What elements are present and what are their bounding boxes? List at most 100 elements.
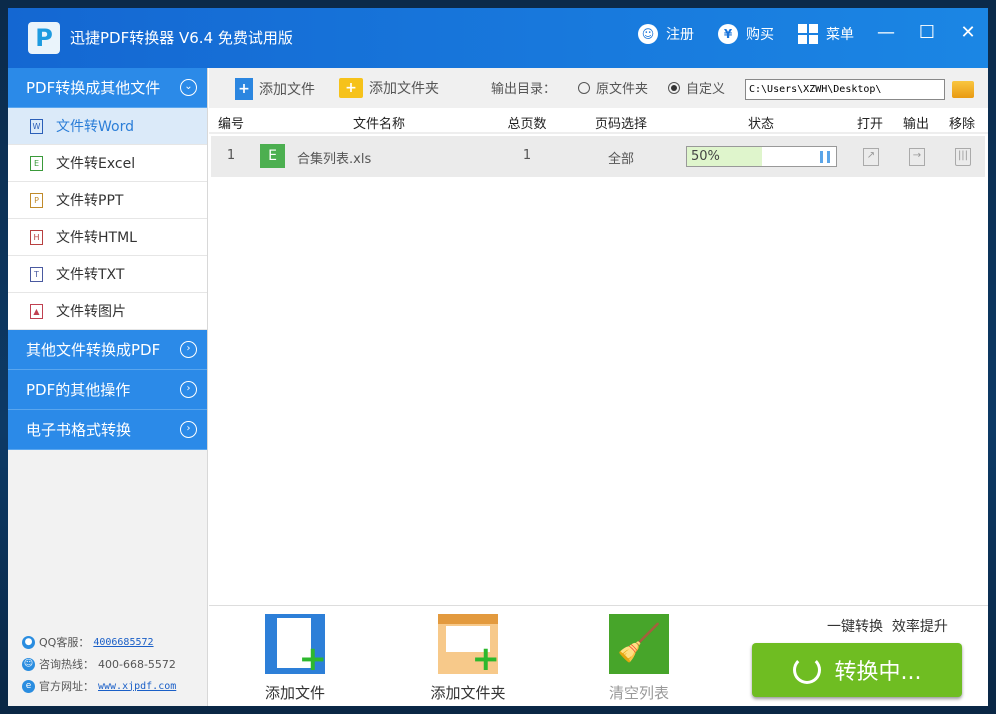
section-label: PDF的其他操作 [26,381,131,399]
section-label: 电子书格式转换 [26,421,132,439]
radio-original-folder[interactable]: 原文件夹 [578,78,648,97]
loading-spinner-icon [792,656,821,684]
website-contact: e 官方网址： www.xjpdf.com [22,678,176,694]
add-folder-button[interactable]: + 添加文件夹 [339,78,439,98]
big-add-file-button[interactable]: + 添加文件 [250,614,340,703]
html-file-icon: H [30,229,43,245]
clear-list-button[interactable]: 🧹 清空列表 [594,614,684,703]
window-title: 迅捷PDF转换器 V6.4 免费试用版 [70,29,293,47]
table-header: 编号 文件名称 总页数 页码选择 状态 打开 输出 移除 [209,108,988,134]
buy-button[interactable]: ¥ 购买 [718,24,774,44]
site-link[interactable]: www.xjpdf.com [98,681,176,692]
add-file-large-icon: + [265,614,327,676]
browse-folder-icon[interactable] [952,81,974,98]
hotline-contact: ☺ 咨询热线： 400-668-5572 [22,656,176,672]
convert-button[interactable]: 转换中... [752,643,962,697]
register-button[interactable]: ☺ 注册 [638,24,694,44]
col-remove: 移除 [949,117,976,132]
add-folder-large-icon: + [438,614,500,676]
sidebar-item-ppt[interactable]: P 文件转PPT [8,182,207,219]
txt-file-icon: T [30,266,43,282]
sidebar-item-word[interactable]: W 文件转Word [8,108,207,145]
excel-icon: E [260,144,285,168]
bottom-panel: + 添加文件 + 添加文件夹 🧹 清空列表 一键转换 效率提升 转换中... [209,605,988,706]
menu-label: 菜单 [826,27,854,43]
item-label: 文件转Word [56,119,134,135]
sidebar-item-txt[interactable]: T 文件转TXT [8,256,207,293]
chevron-right-icon: › [180,421,197,438]
qq-icon: ● [22,635,35,649]
table-row[interactable]: 1 E 合集列表.xls 1 全部 50% ↗ → ||| [211,136,985,177]
section-label: 其他文件转换成PDF [26,341,161,359]
col-filename: 文件名称 [352,117,406,132]
minimize-button[interactable]: — [874,22,898,43]
section-other-to-pdf[interactable]: 其他文件转换成PDF › [8,330,207,370]
app-logo: P [28,22,60,54]
menu-grid-icon [798,24,818,44]
menu-button[interactable]: 菜单 [798,24,854,44]
hotline-number: 400-668-5572 [98,657,176,671]
register-label: 注册 [666,27,694,43]
image-file-icon: ▲ [30,303,43,319]
radio-selected-icon [668,81,680,94]
row-number: 1 [226,148,236,163]
title-bar: P 迅捷PDF转换器 V6.4 免费试用版 ☺ 注册 ¥ 购买 菜单 — ☐ ✕ [8,8,988,68]
radio-label: 原文件夹 [596,82,649,97]
convert-label: 转换中... [834,660,922,685]
section-pdf-to-other[interactable]: PDF转换成其他文件 ⌄ [8,68,207,108]
add-file-label: 添加文件 [259,82,315,98]
section-ebook[interactable]: 电子书格式转换 › [8,410,207,450]
slogan-text: 一键转换 效率提升 [827,619,948,635]
progress-bar: 50% [686,146,837,167]
buy-label: 购买 [746,27,774,43]
user-icon: ☺ [638,24,658,44]
big-add-folder-button[interactable]: + 添加文件夹 [423,614,513,703]
col-output: 输出 [902,117,930,132]
output-icon[interactable]: → [909,148,925,166]
ie-icon: e [22,679,35,693]
add-folder-icon: + [339,78,363,98]
excel-file-icon: E [30,155,43,171]
add-file-icon: + [235,78,253,100]
close-button[interactable]: ✕ [956,22,980,43]
radio-icon [578,81,590,94]
section-pdf-operations[interactable]: PDF的其他操作 › [8,370,207,410]
radio-custom[interactable]: 自定义 [668,78,725,97]
add-file-button[interactable]: + 添加文件 [235,78,315,100]
col-status: 状态 [747,117,775,132]
item-label: 文件转PPT [56,193,124,209]
qq-label: QQ客服： [39,636,90,649]
file-name: 合集列表.xls [297,152,372,167]
sidebar-item-html[interactable]: H 文件转HTML [8,219,207,256]
page-range[interactable]: 全部 [608,148,634,167]
chevron-down-icon: ⌄ [180,79,197,96]
add-file-label: 添加文件 [264,684,325,702]
sidebar-item-excel[interactable]: E 文件转Excel [8,145,207,182]
pause-icon[interactable] [820,151,830,163]
col-open: 打开 [856,117,884,132]
maximize-button[interactable]: ☐ [915,22,939,43]
hotline-label: 咨询热线： [39,658,94,671]
toolbar: + 添加文件 + 添加文件夹 输出目录： 原文件夹 自定义 C:\Users\XZW… [209,68,988,108]
add-folder-label: 添加文件夹 [369,81,439,97]
sidebar: PDF转换成其他文件 ⌄ W 文件转Word E 文件转Excel P 文件转PPT H… [8,68,208,706]
col-number: 编号 [217,117,245,132]
sidebar-item-image[interactable]: ▲ 文件转图片 [8,293,207,330]
clear-label: 清空列表 [608,684,669,702]
qq-contact: ● QQ客服： 4006685572 [22,634,154,650]
output-path-input[interactable]: C:\Users\XZWH\Desktop\ [745,79,945,100]
yen-icon: ¥ [718,24,738,44]
radio-label: 自定义 [686,82,726,97]
app-window: P 迅捷PDF转换器 V6.4 免费试用版 ☺ 注册 ¥ 购买 菜单 — ☐ ✕ P… [8,8,988,706]
item-label: 文件转TXT [56,267,125,283]
broom-icon: 🧹 [609,614,669,674]
main-panel: + 添加文件 + 添加文件夹 输出目录： 原文件夹 自定义 C:\Users\XZW… [209,68,988,706]
page-count: 1 [522,148,532,163]
item-label: 文件转图片 [56,304,126,320]
chevron-right-icon: › [180,381,197,398]
trash-icon[interactable]: ||| [955,148,971,166]
qq-link[interactable]: 4006685572 [93,637,153,648]
open-icon[interactable]: ↗ [863,148,879,166]
support-icon: ☺ [22,657,35,671]
item-label: 文件转Excel [56,156,136,172]
